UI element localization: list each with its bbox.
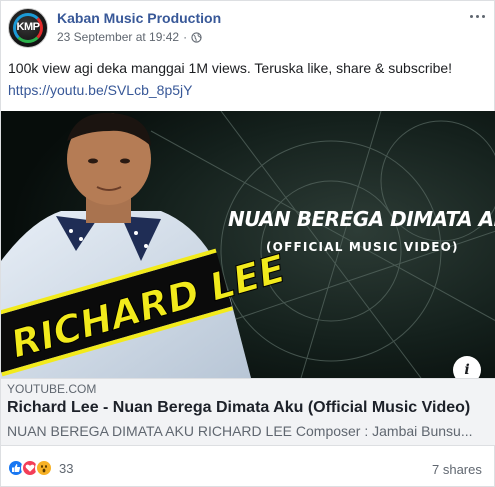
thumbnail-subtitle-text: (OFFICIAL MUSIC VIDEO) [266, 240, 459, 254]
post-text: 100k view agi deka manggai 1M views. Ter… [8, 60, 453, 76]
wow-icon [35, 459, 53, 477]
post-link[interactable]: https://youtu.be/SVLcb_8p5jY [8, 82, 192, 98]
link-domain: YOUTUBE.COM [7, 382, 97, 396]
page-name-link[interactable]: Kaban Music Production [57, 10, 221, 26]
video-thumbnail[interactable]: RICHARD LEE NUAN BEREGA DIMATA AKU (OFFI… [1, 111, 495, 378]
post-timestamp[interactable]: 23 September at 19:42 [57, 30, 179, 44]
post-header: KMP Kaban Music Production 23 September … [1, 1, 495, 53]
more-options-icon[interactable] [465, 8, 489, 24]
meta-separator: · [183, 30, 188, 44]
link-title[interactable]: Richard Lee - Nuan Berega Dimata Aku (Of… [7, 399, 470, 417]
post-meta: 23 September at 19:42 · [57, 30, 202, 44]
post-card: KMP Kaban Music Production 23 September … [0, 0, 495, 487]
page-avatar[interactable]: KMP [8, 8, 48, 48]
thumbnail-title-text: NUAN BEREGA DIMATA AKU [228, 207, 495, 231]
link-description: NUAN BEREGA DIMATA AKU RICHARD LEE Compo… [7, 423, 473, 439]
thumbnail-art: RICHARD LEE NUAN BEREGA DIMATA AKU (OFFI… [1, 111, 495, 378]
reaction-count[interactable]: 33 [59, 461, 73, 476]
reactions-summary[interactable]: 33 [7, 459, 73, 477]
shares-count[interactable]: 7 shares [432, 462, 482, 477]
avatar-logo-text: KMP [16, 21, 40, 33]
globe-icon[interactable] [191, 31, 202, 43]
